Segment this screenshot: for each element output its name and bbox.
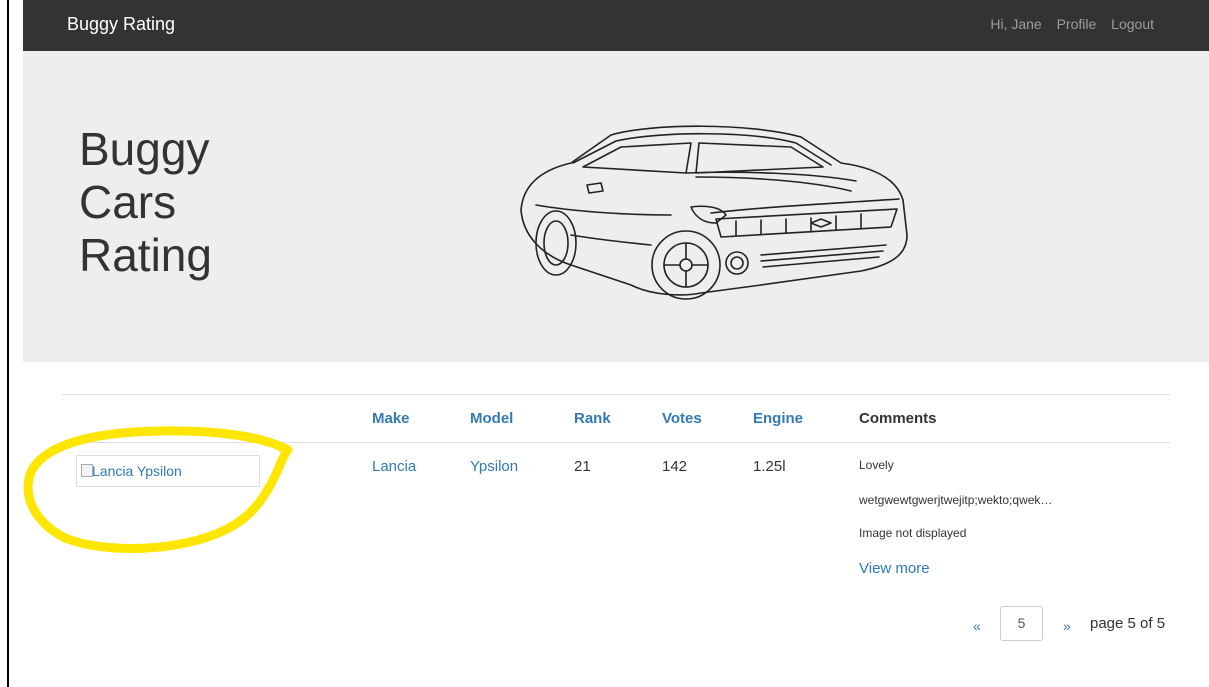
hero-title: Buggy Cars Rating — [79, 123, 212, 282]
next-page-button[interactable]: » — [1063, 618, 1071, 634]
column-header-rank[interactable]: Rank — [574, 410, 611, 427]
column-header-comments: Comments — [859, 410, 937, 427]
logout-link[interactable]: Logout — [1111, 16, 1154, 32]
brand-link[interactable]: Buggy Rating — [67, 14, 175, 35]
comment-item: wetgwewtgwerjtwejitp;wekto;qwek… — [859, 493, 1053, 507]
greeting-text: Hi, Jane — [990, 16, 1042, 32]
column-header-votes[interactable]: Votes — [662, 410, 702, 427]
cell-model[interactable]: Ypsilon — [470, 458, 518, 475]
nav-right: Hi, Jane Profile Logout — [979, 16, 1154, 32]
cell-rank: 21 — [574, 458, 591, 475]
page-indicator: page 5 of 5 — [1090, 615, 1166, 632]
pagination: « 5 » page 5 of 5 — [968, 606, 1178, 642]
view-more-link[interactable]: View more — [859, 560, 930, 577]
column-header-make[interactable]: Make — [372, 410, 410, 427]
table-top-divider — [62, 394, 1170, 395]
navbar: Buggy Rating Hi, Jane Profile Logout — [23, 0, 1209, 51]
cell-make[interactable]: Lancia — [372, 458, 416, 475]
cell-engine: 1.25l — [753, 458, 786, 475]
window-edge — [7, 0, 9, 687]
profile-link[interactable]: Profile — [1057, 16, 1097, 32]
comment-item: Image not displayed — [859, 526, 967, 540]
hero-banner: Buggy Cars Rating — [23, 51, 1209, 362]
column-header-engine[interactable]: Engine — [753, 410, 803, 427]
hero-title-line-1: Buggy — [79, 123, 210, 175]
highlight-annotation — [23, 426, 293, 553]
car-sketch-icon — [520, 125, 908, 300]
page-number-input[interactable]: 5 — [1000, 606, 1043, 641]
comment-item: Lovely — [859, 458, 894, 472]
hero-title-line-2: Cars — [79, 176, 177, 228]
prev-page-button[interactable]: « — [973, 618, 981, 634]
cell-votes: 142 — [662, 458, 688, 475]
column-header-model[interactable]: Model — [470, 410, 513, 427]
hero-title-line-3: Rating — [79, 229, 212, 281]
